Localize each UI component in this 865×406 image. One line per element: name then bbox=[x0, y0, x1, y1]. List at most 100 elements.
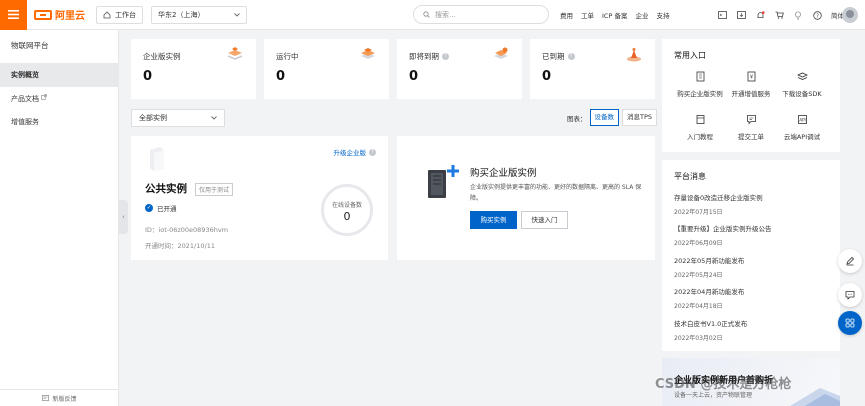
ticket-icon bbox=[746, 115, 756, 125]
sidebar-collapse-toggle[interactable]: ‹ bbox=[119, 200, 128, 234]
chevron-down-icon bbox=[211, 116, 217, 120]
aliyun-logo[interactable]: 阿里云 bbox=[34, 7, 86, 22]
buy-description: 企业版实例提供更丰富的功能、更好的数据隔离、更高的 SLA 保障。 bbox=[470, 184, 642, 202]
expired-box-icon bbox=[627, 48, 641, 62]
download-icon[interactable] bbox=[736, 10, 746, 20]
search-input[interactable]: 搜索... bbox=[413, 5, 549, 24]
stat-label: 即将到期 bbox=[409, 52, 439, 61]
external-link-icon bbox=[41, 94, 48, 100]
chart-toggle: 图表： 设备数 消息TPS bbox=[567, 109, 658, 126]
sidebar-item-overview[interactable]: 实例概览 bbox=[0, 63, 119, 87]
stat-card-enterprise: 企业版实例 0 bbox=[131, 39, 256, 99]
nav-icp[interactable]: ICP 备案 bbox=[602, 10, 627, 20]
api-icon: API bbox=[797, 115, 807, 124]
box-stack-icon bbox=[227, 47, 243, 60]
chevron-left-icon: ‹ bbox=[122, 213, 125, 221]
menu-button[interactable] bbox=[0, 0, 27, 30]
upgrade-enterprise-link[interactable]: 升级企业版? bbox=[334, 147, 376, 157]
news-item[interactable]: 2022年05月新功能发布 2022年05月24日 bbox=[674, 255, 744, 279]
top-icons: ? 简体 bbox=[717, 0, 844, 30]
nav-fee[interactable]: 费用 bbox=[560, 10, 573, 20]
stat-card-expiring: 即将到期? 0 bbox=[397, 39, 522, 99]
nav-support[interactable]: 支持 bbox=[656, 10, 669, 20]
csdn-watermark: CSDN @技术是方枪枪 bbox=[655, 377, 792, 392]
stat-card-running: 运行中 0 bbox=[264, 39, 389, 99]
nav-enterprise[interactable]: 企业 bbox=[635, 10, 648, 20]
online-devices-label: 在线设备数 bbox=[331, 202, 362, 209]
edit-float-button[interactable] bbox=[838, 249, 862, 273]
stat-card-expired: 已到期? 0 bbox=[530, 39, 655, 99]
server-plus-icon bbox=[428, 165, 459, 198]
region-select[interactable]: 华东2（上海） bbox=[151, 5, 247, 24]
test-tag: 仅用于测试 bbox=[195, 183, 234, 196]
server-icon bbox=[150, 147, 164, 171]
grid-icon bbox=[845, 318, 855, 328]
help-icon[interactable]: ? bbox=[812, 10, 822, 20]
sidebar-item-value-added[interactable]: 增值服务 bbox=[0, 110, 119, 134]
sidebar: 物联网平台 实例概览 产品文档 增值服务 新版反馈 bbox=[0, 30, 119, 406]
quick-entry-item[interactable]: 下载设备SDK bbox=[772, 71, 832, 98]
sidebar-item-docs[interactable]: 产品文档 bbox=[0, 87, 119, 111]
chevron-down-icon bbox=[234, 12, 240, 17]
opened-time: 开通时间：2021/10/11 bbox=[145, 242, 215, 250]
cart-icon[interactable] bbox=[774, 10, 784, 20]
feedback-icon bbox=[42, 395, 50, 401]
chat-float-button[interactable] bbox=[838, 283, 862, 307]
instance-filter-select[interactable]: 全部实例 bbox=[131, 109, 225, 127]
layers-running-icon bbox=[361, 48, 375, 59]
stat-value: 0 bbox=[276, 69, 286, 84]
svg-text:API: API bbox=[799, 117, 805, 122]
news-item[interactable]: 存量设备0改造迁移企业版实例 2022年07月15日 bbox=[674, 192, 763, 216]
platform-news-panel: 平台消息 存量设备0改造迁移企业版实例 2022年07月15日 【重要升级】企业版… bbox=[662, 160, 840, 351]
quick-entry-panel: 常用入口 购买企业版实例 ¥ 开通增值服务 下载设备SDK 入门教程 提交工单 … bbox=[662, 39, 840, 152]
pencil-icon bbox=[846, 256, 855, 266]
instance-id: ID：iot-06z00e08936hvm bbox=[145, 226, 229, 234]
layers-icon bbox=[796, 72, 808, 80]
clock-box-icon bbox=[494, 47, 508, 59]
check-icon: ✓ bbox=[145, 204, 153, 212]
apps-float-button[interactable] bbox=[838, 311, 862, 335]
news-item[interactable]: 2022年04月新功能发布 2022年04月18日 bbox=[674, 286, 744, 310]
bell-icon[interactable] bbox=[755, 10, 765, 20]
stat-label: 已到期 bbox=[542, 52, 565, 61]
stat-label: 企业版实例 bbox=[143, 52, 181, 61]
nav-ticket[interactable]: 工单 bbox=[581, 10, 594, 20]
news-item[interactable]: 技术白皮书V1.0正式发布 2022年03月02日 bbox=[674, 318, 747, 342]
quickstart-button[interactable]: 快速入门 bbox=[521, 211, 568, 229]
home-icon bbox=[103, 10, 111, 18]
quick-entry-item[interactable]: API 云端API调试 bbox=[772, 114, 832, 141]
instance-title: 公共实例 bbox=[145, 183, 187, 195]
svg-text:¥: ¥ bbox=[749, 75, 752, 81]
stat-value: 0 bbox=[143, 69, 153, 84]
toggle-device-count[interactable]: 设备数 bbox=[589, 109, 619, 126]
sidebar-title: 物联网平台 bbox=[11, 41, 49, 50]
news-item[interactable]: 【重要升级】企业版实例升级公告 2022年06月09日 bbox=[674, 223, 772, 247]
online-devices-gauge: 在线设备数 0 bbox=[321, 184, 373, 236]
toggle-message-tps[interactable]: 消息TPS bbox=[622, 109, 658, 126]
help-icon[interactable]: ? bbox=[442, 53, 449, 60]
status-badge: ✓ 已开通 bbox=[145, 204, 177, 213]
feedback-button[interactable]: 新版反馈 bbox=[0, 389, 119, 406]
stat-label: 运行中 bbox=[276, 52, 299, 61]
buy-title: 购买企业版实例 bbox=[470, 168, 537, 179]
stat-value: 0 bbox=[542, 69, 552, 84]
bulb-icon[interactable] bbox=[793, 10, 803, 20]
coupon-icon: ¥ bbox=[747, 71, 755, 82]
building-icon bbox=[696, 71, 704, 82]
hamburger-icon bbox=[8, 10, 19, 19]
workbench-button[interactable]: 工作台 bbox=[96, 5, 143, 24]
help-icon[interactable]: ? bbox=[369, 148, 376, 156]
stat-value: 0 bbox=[409, 69, 419, 84]
book-icon bbox=[696, 115, 704, 124]
terminal-icon[interactable] bbox=[717, 10, 727, 20]
online-devices-value: 0 bbox=[343, 210, 351, 223]
buy-instance-button[interactable]: 购买实例 bbox=[470, 211, 517, 229]
panel-title: 常用入口 bbox=[674, 51, 706, 60]
help-icon[interactable]: ? bbox=[567, 53, 575, 60]
public-instance-card[interactable]: 升级企业版? 公共实例 仅用于测试 ✓ 已开通 ID：iot-06z00e0893… bbox=[131, 136, 388, 260]
search-icon bbox=[423, 11, 430, 18]
panel-title: 平台消息 bbox=[674, 172, 706, 181]
buy-enterprise-card: 购买企业版实例 企业版实例提供更丰富的功能、更好的数据隔离、更高的 SLA 保障… bbox=[397, 136, 655, 260]
svg-text:?: ? bbox=[816, 13, 819, 19]
avatar[interactable] bbox=[842, 7, 858, 23]
